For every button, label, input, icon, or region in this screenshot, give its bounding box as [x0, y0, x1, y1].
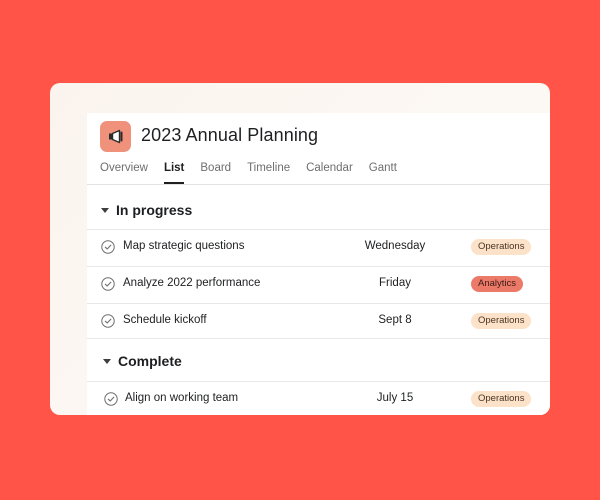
- tab-timeline[interactable]: Timeline: [247, 160, 290, 184]
- tab-list[interactable]: List: [163, 160, 185, 184]
- caret-down-icon[interactable]: [103, 358, 111, 364]
- page-title: 2023 Annual Planning: [141, 125, 319, 145]
- view-tabs: Overview List Board Timeline Calendar Ga…: [100, 160, 413, 184]
- task-due-date[interactable]: July 15: [345, 392, 445, 404]
- task-name[interactable]: Schedule kickoff: [123, 314, 207, 326]
- tab-overview[interactable]: Overview: [100, 160, 148, 184]
- tag-operations[interactable]: Operations: [471, 239, 532, 255]
- tabs-divider: [87, 184, 550, 185]
- task-row[interactable]: Schedule kickoff Sept 8 Operations: [87, 303, 550, 339]
- tab-board[interactable]: Board: [200, 160, 231, 184]
- tag-operations[interactable]: Operations: [471, 391, 532, 407]
- caret-down-icon[interactable]: [101, 207, 109, 213]
- task-row[interactable]: Align on working team July 15 Operations: [87, 381, 550, 415]
- app-card: 2023 Annual Planning Overview List Board…: [50, 83, 550, 415]
- tag-analytics[interactable]: Analytics: [471, 276, 524, 292]
- task-name[interactable]: Map strategic questions: [123, 240, 244, 252]
- task-due-date[interactable]: Friday: [345, 277, 445, 289]
- task-row[interactable]: Analyze 2022 performance Friday Analytic…: [87, 266, 550, 302]
- section-title: Complete: [118, 353, 182, 369]
- section-header-complete[interactable]: Complete: [103, 351, 182, 371]
- task-row[interactable]: Map strategic questions Wednesday Operat…: [87, 229, 550, 265]
- check-circle-icon[interactable]: [101, 277, 115, 291]
- task-name[interactable]: Align on working team: [125, 392, 238, 404]
- task-due-date[interactable]: Sept 8: [345, 314, 445, 326]
- megaphone-icon[interactable]: [100, 121, 131, 152]
- section-header-in-progress[interactable]: In progress: [101, 200, 192, 220]
- check-circle-icon[interactable]: [101, 240, 115, 254]
- tab-gantt[interactable]: Gantt: [369, 160, 397, 184]
- task-due-date[interactable]: Wednesday: [345, 240, 445, 252]
- section-title: In progress: [116, 202, 193, 218]
- check-circle-icon[interactable]: [101, 314, 115, 328]
- check-circle-icon[interactable]: [104, 392, 118, 406]
- tab-calendar[interactable]: Calendar: [306, 160, 353, 184]
- tag-operations[interactable]: Operations: [471, 313, 532, 329]
- project-panel: 2023 Annual Planning Overview List Board…: [87, 113, 550, 415]
- task-name[interactable]: Analyze 2022 performance: [123, 277, 260, 289]
